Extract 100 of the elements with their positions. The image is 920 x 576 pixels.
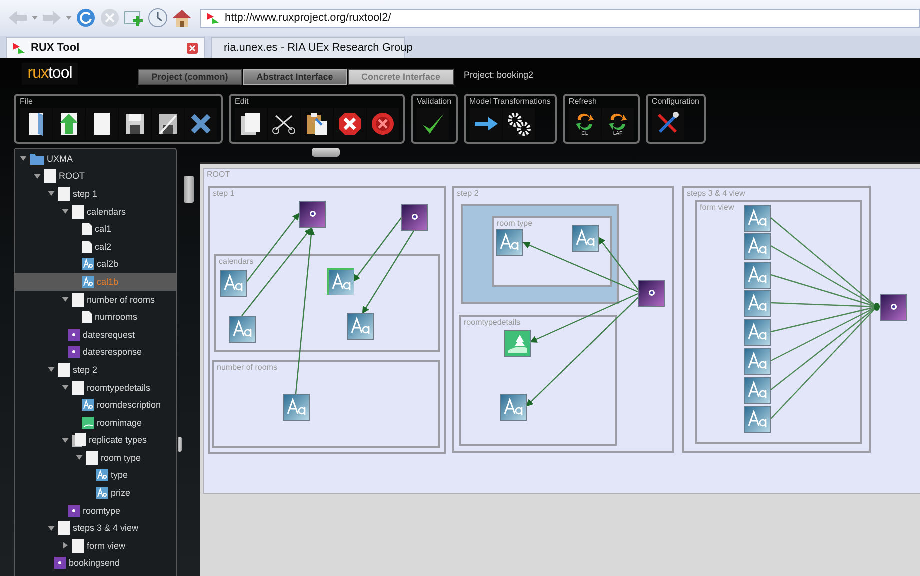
event-node-icon [68, 504, 80, 517]
address-field[interactable]: http://www.ruxproject.org/ruxtool2/ [200, 8, 920, 28]
diagram-node[interactable] [744, 348, 771, 375]
tree-item[interactable]: datesresponse [15, 344, 176, 362]
tree-item[interactable]: type [15, 466, 176, 484]
tree-item[interactable]: steps 3 & 4 view [15, 519, 176, 538]
event-node-icon [54, 557, 66, 570]
tree-item[interactable]: numrooms [15, 308, 176, 326]
toolbar-button[interactable] [268, 108, 300, 140]
expand-toggle[interactable] [62, 296, 69, 304]
diagram-node[interactable] [347, 313, 374, 340]
expand-toggle[interactable] [34, 172, 41, 180]
text-widget-icon [497, 230, 522, 255]
tree-item[interactable]: prize [15, 484, 176, 502]
site-favicon-icon [207, 12, 219, 24]
tree-item[interactable]: cal2b [15, 256, 176, 274]
connector-arrow [353, 216, 404, 282]
toolbar-button[interactable] [235, 108, 267, 140]
blank-page-icon [72, 204, 84, 219]
expand-toggle[interactable] [20, 155, 27, 162]
expand-toggle[interactable] [48, 524, 55, 532]
expand-toggle[interactable] [62, 436, 69, 444]
toolbar-button[interactable] [53, 108, 85, 140]
diagram-node[interactable] [744, 377, 771, 404]
diagram-node[interactable] [638, 280, 665, 307]
diagram-node[interactable] [496, 229, 523, 256]
diagram-node[interactable] [572, 225, 599, 252]
tree-item[interactable]: roomdescription [15, 396, 176, 414]
tree-item[interactable]: form view [15, 537, 176, 555]
project-name: Project: booking2 [464, 70, 534, 80]
tree-item[interactable]: room type [15, 449, 176, 467]
text-widget-icon [745, 291, 770, 316]
toolbar-button[interactable] [86, 108, 118, 140]
expand-toggle[interactable] [62, 384, 69, 392]
tree-item[interactable]: cal2 [15, 238, 176, 256]
tree-item[interactable]: replicate types [15, 432, 176, 450]
tree-item[interactable]: datesrequest [15, 326, 176, 344]
diagram-node[interactable] [401, 204, 428, 231]
stop-icon [100, 8, 120, 28]
browser-nav-button[interactable] [148, 6, 168, 30]
expand-toggle[interactable] [62, 208, 69, 216]
scrollbar-thumb[interactable] [184, 176, 194, 203]
diagram-node[interactable] [880, 294, 907, 321]
diagram-node[interactable] [229, 316, 256, 343]
tree-item[interactable]: roomimage [15, 414, 176, 432]
text-widget-icon [745, 206, 770, 231]
expand-toggle[interactable] [48, 366, 55, 374]
toolbar-button[interactable] [185, 108, 217, 140]
diagram-node[interactable] [744, 406, 771, 433]
diagram-node[interactable] [220, 270, 247, 297]
diagram-node[interactable] [744, 262, 771, 289]
tree-item[interactable]: UXMA [15, 150, 176, 168]
container-label: form view [700, 203, 734, 212]
expand-toggle[interactable] [48, 190, 55, 198]
toolbar-button[interactable] [301, 108, 333, 140]
browser-nav-button[interactable] [76, 6, 96, 30]
tree-item[interactable]: step 1 [15, 185, 176, 203]
app-logo: ruxtool [22, 63, 78, 85]
diagram-node[interactable] [327, 268, 354, 295]
toolbar-button[interactable] [334, 108, 366, 140]
blank-page-icon [58, 186, 70, 201]
tree-item[interactable]: bookingsend [15, 554, 176, 572]
browser-tab[interactable]: RUX Tool [6, 37, 205, 58]
diagram-node[interactable] [500, 394, 527, 421]
toolbar-button[interactable] [152, 108, 184, 140]
toolbar-button[interactable] [652, 108, 684, 140]
toolbar-button[interactable] [502, 108, 535, 140]
expand-toggle[interactable] [62, 542, 69, 550]
tree-item[interactable]: roomtypedetails [15, 378, 176, 396]
diagram-node[interactable] [744, 319, 771, 346]
diagram-node[interactable] [283, 394, 310, 421]
text-widget-icon [96, 469, 108, 482]
diagram-node[interactable] [744, 290, 771, 317]
splitter-handle[interactable] [312, 148, 340, 157]
tree-item[interactable]: step 2 [15, 361, 176, 379]
toolbar-button[interactable] [367, 108, 399, 140]
event-node-icon [300, 202, 325, 227]
expand-toggle[interactable] [76, 454, 83, 462]
diagram-node[interactable] [504, 330, 531, 357]
clock-icon [148, 8, 168, 28]
scrollbar-thumb[interactable] [178, 437, 182, 452]
perspective-tab[interactable]: Abstract Interface [243, 69, 347, 85]
toolbar-button[interactable] [417, 108, 449, 140]
text-widget-icon [745, 349, 770, 374]
tree-item[interactable]: number of rooms [15, 290, 176, 308]
diagram-node[interactable] [744, 233, 771, 260]
close-tab-icon[interactable] [187, 42, 198, 54]
tree-item[interactable]: ROOT [15, 168, 176, 186]
diagram-node[interactable] [299, 201, 326, 228]
tree-item[interactable]: calendars [15, 202, 176, 220]
cancel-icon [369, 110, 397, 138]
text-widget-icon [573, 226, 598, 251]
diagram-node[interactable] [744, 205, 771, 232]
container-label: steps 3 & 4 view [687, 189, 746, 198]
toolbar-button[interactable] [119, 108, 151, 140]
toolbar-button[interactable] [470, 108, 502, 140]
tree-item[interactable]: cal1 [15, 220, 176, 238]
text-widget-icon [82, 258, 94, 270]
tree-item[interactable]: roomtype [15, 502, 176, 520]
toolbar-button[interactable] [20, 108, 52, 140]
